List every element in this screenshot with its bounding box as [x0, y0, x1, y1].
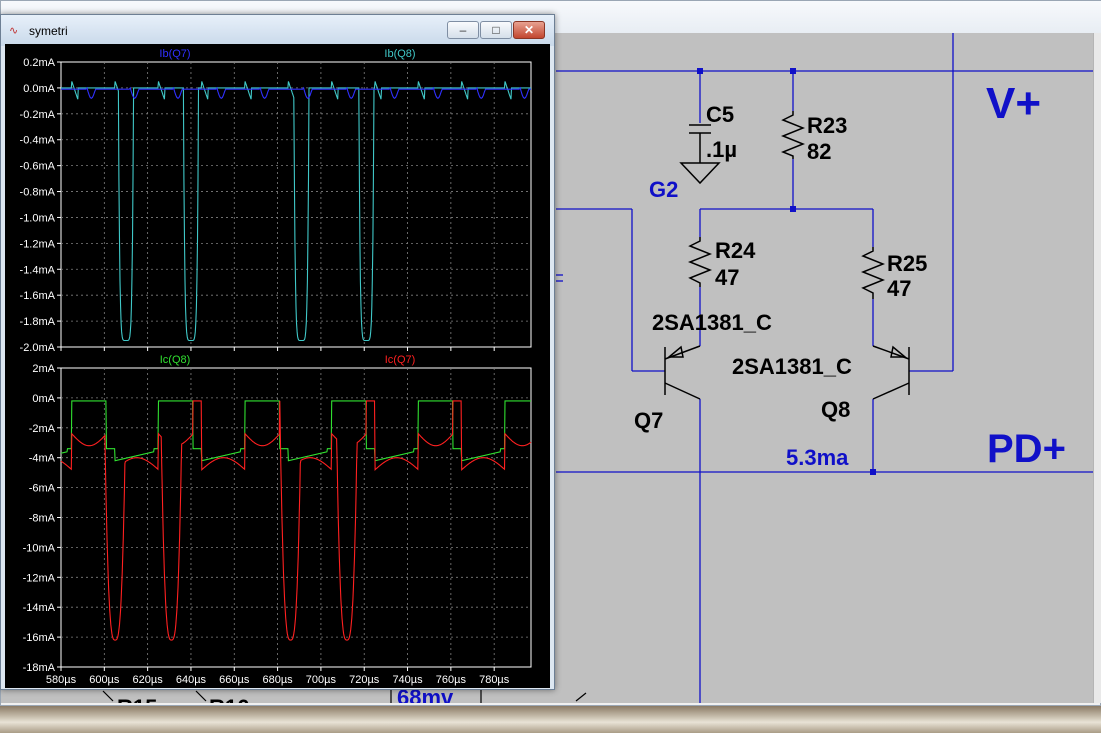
x-tick-label: 640µs [176, 674, 207, 686]
q8-type-label: 2SA1381_C [732, 354, 852, 379]
waveform-icon: ∿ [9, 25, 19, 37]
minimize-button[interactable]: – [447, 21, 479, 39]
desktop-background [0, 706, 1101, 733]
c5-label: C5 [706, 102, 734, 127]
series-ic-q7-line [60, 400, 532, 641]
y-tick-label: -10mA [23, 542, 56, 554]
x-tick-label: 660µs [219, 674, 250, 686]
legend-icq8: Ic(Q8) [160, 354, 191, 366]
series-ib-q8-line [61, 81, 531, 342]
legend-ibq8: Ib(Q8) [384, 48, 415, 60]
y-tick-label: -12mA [23, 572, 56, 584]
x-tick-label: 680µs [262, 674, 293, 686]
y-tick-label: -14mA [23, 602, 56, 614]
x-tick-label: 600µs [89, 674, 120, 686]
x-tick-label: 760µs [436, 674, 467, 686]
r23-label: R23 [807, 113, 847, 138]
y-tick-label: -1.6mA [20, 290, 56, 302]
y-tick-label: 0mA [32, 393, 55, 405]
maximize-button[interactable]: □ [480, 21, 512, 39]
plot-titlebar[interactable]: ∿ symetri – □ ✕ [1, 15, 554, 46]
plot-window[interactable]: ∿ symetri – □ ✕ 0.2mA 0.0mA -0.2mA -0.4mA -0… [0, 14, 555, 690]
r25-label: R25 [887, 251, 927, 276]
vertical-scrollbar[interactable] [1093, 33, 1101, 703]
x-tick-label: 740µs [392, 674, 423, 686]
x-tick-label: 620µs [133, 674, 164, 686]
vplus-label: V+ [986, 79, 1041, 128]
y-tick-label: -2.0mA [20, 342, 56, 354]
r24-label: R24 [715, 238, 756, 263]
series-ic-q8-line [60, 400, 531, 462]
r25-value: 47 [887, 276, 911, 301]
y-tick-label: -1.4mA [20, 264, 56, 276]
r24-value: 47 [715, 265, 739, 290]
y-tick-label: 0.0mA [23, 83, 55, 95]
x-tick-label: 580µs [46, 674, 77, 686]
y-tick-label: -0.6mA [20, 161, 56, 173]
plot-area[interactable]: 0.2mA 0.0mA -0.2mA -0.4mA -0.6mA -0.8mA -1.0mA… [5, 44, 550, 688]
y-tick-label: -16mA [23, 632, 56, 644]
y-tick-label: 0.2mA [23, 57, 55, 69]
y-tick-label: -4mA [29, 453, 56, 465]
y-tick-label: -1.8mA [20, 316, 56, 328]
series-ib-q7-line [61, 86, 531, 99]
q7-label: Q7 [634, 408, 663, 433]
r23-value: 82 [807, 139, 831, 164]
r15-fragment: R15 [117, 695, 157, 703]
g2-label: G2 [649, 177, 678, 202]
waveform-chart: 0.2mA 0.0mA -0.2mA -0.4mA -0.6mA -0.8mA -1.0mA… [20, 48, 532, 686]
y-tick-label: -1.0mA [20, 212, 56, 224]
legend-icq7: Ic(Q7) [385, 354, 416, 366]
pdplus-label: PD+ [987, 427, 1066, 471]
current-label: 5.3ma [786, 445, 849, 470]
y-tick-label: -0.4mA [20, 135, 56, 147]
y-tick-label: -0.2mA [20, 109, 56, 121]
x-tick-label: 780µs [479, 674, 510, 686]
y-tick-label: -1.2mA [20, 238, 56, 250]
y-tick-label: -18mA [23, 662, 56, 674]
r16-fragment: R16 [209, 695, 249, 703]
close-button[interactable]: ✕ [513, 21, 545, 39]
y-tick-label: -0.8mA [20, 187, 56, 199]
legend-ibq7: Ib(Q7) [159, 48, 190, 60]
x-tick-label: 700µs [306, 674, 337, 686]
y-tick-label: -2mA [29, 423, 56, 435]
plot-window-title: symetri [29, 24, 68, 38]
q7-type-label: 2SA1381_C [652, 310, 772, 335]
y-tick-label: -8mA [29, 513, 56, 525]
y-tick-label: -6mA [29, 483, 56, 495]
x-tick-label: 720µs [349, 674, 380, 686]
c5-value: .1µ [706, 137, 737, 162]
y-tick-label: 2mA [32, 363, 55, 375]
q8-label: Q8 [821, 397, 850, 422]
